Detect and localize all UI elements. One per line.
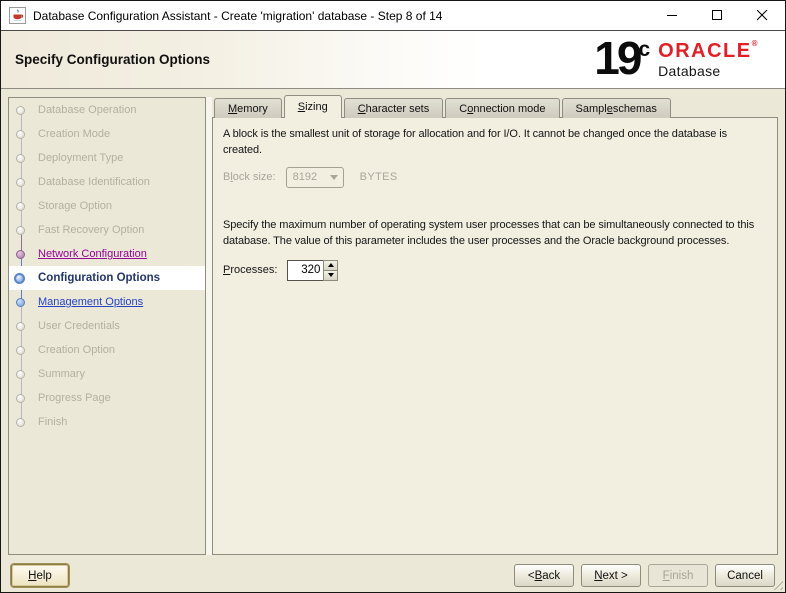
- step-indicator: [16, 394, 25, 403]
- step-list: Database Operation Creation Mode Deploym…: [9, 98, 205, 554]
- tab-bar: Memory Sizing Character sets Connection …: [214, 95, 673, 118]
- block-size-unit: BYTES: [360, 171, 398, 183]
- step-indicator: [16, 370, 25, 379]
- window-title: Database Configuration Assistant - Creat…: [33, 9, 442, 23]
- minimize-button[interactable]: [650, 1, 695, 30]
- step-indicator: [16, 202, 25, 211]
- oracle-19c-database-logo: 19c ORACLE® Database: [594, 37, 759, 79]
- sidebar-step-storage-option: Storage Option: [9, 194, 205, 218]
- spinner-down-icon: [328, 273, 334, 277]
- step-indicator: [16, 418, 25, 427]
- sidebar-step-creation-option: Creation Option: [9, 338, 205, 362]
- step-indicator: [16, 226, 25, 235]
- step-indicator: [16, 322, 25, 331]
- sidebar-step-progress-page: Progress Page: [9, 386, 205, 410]
- sidebar-step-database-operation: Database Operation: [9, 98, 205, 122]
- step-indicator: [16, 178, 25, 187]
- step-indicator-current: [14, 273, 25, 284]
- processes-description: Specify the maximum number of operating …: [223, 218, 767, 250]
- sidebar-step-creation-mode: Creation Mode: [9, 122, 205, 146]
- step-indicator: [16, 298, 25, 307]
- chevron-down-icon: [330, 175, 338, 180]
- close-button[interactable]: [740, 1, 785, 30]
- help-button[interactable]: Help: [11, 564, 69, 587]
- sidebar-step-fast-recovery-option: Fast Recovery Option: [9, 218, 205, 242]
- wizard-body: Database Operation Creation Mode Deploym…: [1, 90, 785, 592]
- processes-spinner: [287, 260, 338, 281]
- step-indicator: [16, 154, 25, 163]
- wizard-steps-sidebar: Database Operation Creation Mode Deploym…: [8, 97, 206, 555]
- close-icon: [757, 10, 768, 21]
- sizing-tab-panel: A block is the smallest unit of storage …: [212, 117, 778, 555]
- logo-version: 19: [594, 37, 639, 79]
- step-indicator: [16, 346, 25, 355]
- step-indicator: [16, 130, 25, 139]
- dbca-wizard-window: Database Configuration Assistant - Creat…: [0, 0, 786, 593]
- java-coffee-cup-icon: [9, 7, 26, 24]
- wizard-header: Specify Configuration Options 19c ORACLE…: [1, 31, 785, 89]
- back-button[interactable]: < Back: [514, 564, 574, 587]
- tab-sizing[interactable]: Sizing: [284, 95, 342, 118]
- window-controls: [650, 1, 785, 30]
- step-indicator: [16, 250, 25, 259]
- oracle-wordmark: ORACLE®: [658, 41, 759, 61]
- maximize-icon: [712, 10, 723, 21]
- spinner-up-icon: [328, 263, 334, 267]
- sidebar-step-configuration-options: Configuration Options: [9, 266, 205, 290]
- processes-label: Processes:: [223, 264, 277, 276]
- spinner-up-button[interactable]: [324, 261, 337, 270]
- block-size-row: Block size: 8192 BYTES: [223, 167, 767, 188]
- logo-product: Database: [658, 63, 759, 79]
- page-title: Specify Configuration Options: [15, 52, 210, 67]
- block-size-value: 8192: [293, 171, 317, 183]
- processes-input[interactable]: [287, 260, 323, 281]
- cancel-button[interactable]: Cancel: [715, 564, 775, 587]
- finish-button[interactable]: Finish: [648, 564, 708, 587]
- sidebar-step-deployment-type: Deployment Type: [9, 146, 205, 170]
- tab-sample-schemas[interactable]: Sample schemas: [562, 98, 671, 118]
- maximize-button[interactable]: [695, 1, 740, 30]
- title-bar: Database Configuration Assistant - Creat…: [1, 1, 785, 31]
- registered-trademark: ®: [752, 39, 759, 48]
- logo-edition: c: [638, 38, 650, 80]
- tab-connection-mode[interactable]: Connection mode: [445, 98, 559, 118]
- block-size-label: Block size:: [223, 171, 276, 183]
- sidebar-step-summary: Summary: [9, 362, 205, 386]
- spinner-down-button[interactable]: [324, 270, 337, 280]
- minimize-icon: [667, 10, 678, 21]
- wizard-nav-buttons: < Back Next > Finish Cancel: [514, 564, 775, 587]
- tab-memory[interactable]: Memory: [214, 98, 282, 118]
- configuration-options-main: Memory Sizing Character sets Connection …: [212, 90, 778, 592]
- processes-spin-buttons: [323, 260, 338, 281]
- sidebar-step-user-credentials: User Credentials: [9, 314, 205, 338]
- sidebar-step-management-options[interactable]: Management Options: [9, 290, 205, 314]
- sidebar-step-network-configuration[interactable]: Network Configuration: [9, 242, 205, 266]
- block-size-dropdown[interactable]: 8192: [286, 167, 344, 188]
- sidebar-step-database-identification: Database Identification: [9, 170, 205, 194]
- step-indicator: [16, 106, 25, 115]
- processes-row: Processes:: [223, 260, 767, 281]
- next-button[interactable]: Next >: [581, 564, 641, 587]
- tab-character-sets[interactable]: Character sets: [344, 98, 444, 118]
- block-size-description: A block is the smallest unit of storage …: [223, 127, 767, 159]
- sidebar-step-finish: Finish: [9, 410, 205, 434]
